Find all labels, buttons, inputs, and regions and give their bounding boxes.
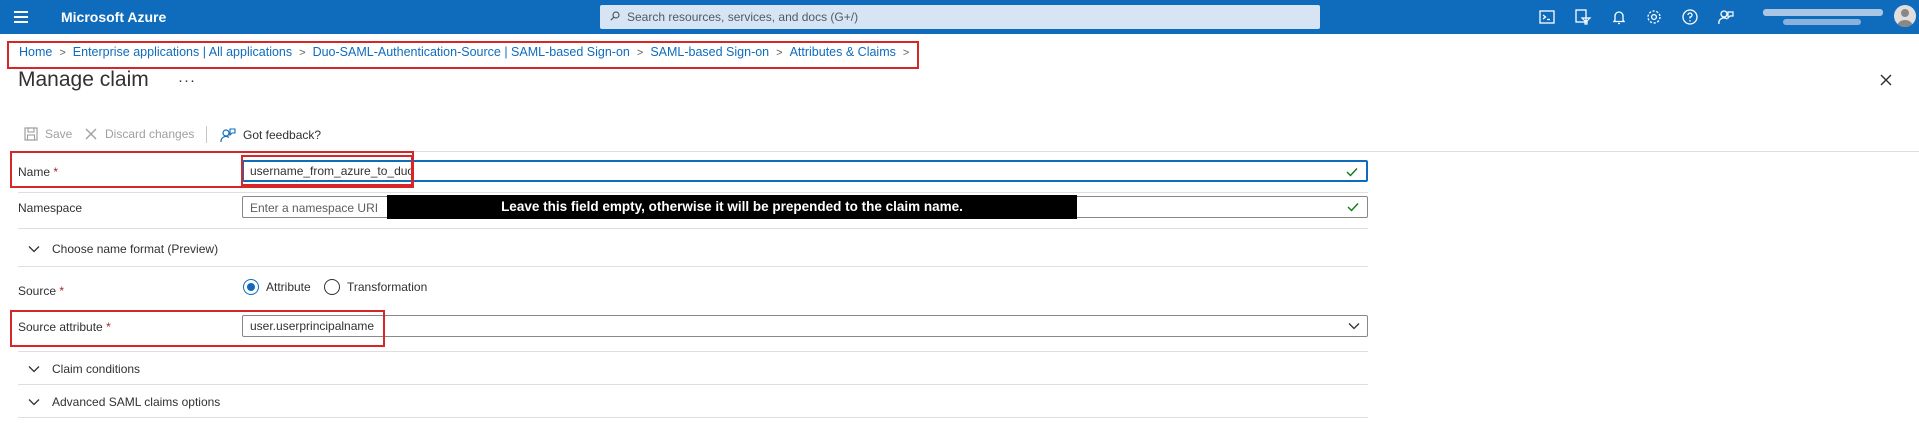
claim-conditions-expander[interactable]: Claim conditions xyxy=(28,362,140,376)
row-divider xyxy=(18,266,1368,267)
annotation-box-name-value xyxy=(241,155,413,186)
avatar[interactable] xyxy=(1894,5,1916,27)
got-feedback-button[interactable]: Got feedback? xyxy=(220,127,321,143)
account-info-blurred[interactable] xyxy=(1763,6,1883,28)
breadcrumb-enterprise-applications[interactable]: Enterprise applications | All applicatio… xyxy=(73,45,292,59)
top-nav-bar: Microsoft Azure Search resources, servic… xyxy=(0,0,1919,34)
source-radio-transformation[interactable]: Transformation xyxy=(324,279,427,295)
name-format-label: Choose name format (Preview) xyxy=(52,242,219,256)
annotation-box-source-attribute xyxy=(10,310,385,347)
discard-label: Discard changes xyxy=(105,127,195,141)
search-placeholder: Search resources, services, and docs (G+… xyxy=(627,10,859,24)
account-tenant-redacted xyxy=(1783,19,1861,25)
user-avatar-icon xyxy=(1897,9,1913,27)
namespace-label: Namespace xyxy=(18,201,83,215)
row-divider xyxy=(18,228,1368,229)
save-button[interactable]: Save xyxy=(24,127,72,141)
radio-transformation-label: Transformation xyxy=(347,280,428,294)
portal-menu-icon[interactable] xyxy=(14,11,28,23)
breadcrumb-duo-saml-app[interactable]: Duo-SAML-Authentication-Source | SAML-ba… xyxy=(313,45,630,59)
feedback-label: Got feedback? xyxy=(243,128,322,142)
notifications-bell-icon[interactable] xyxy=(1610,8,1628,26)
advanced-saml-options-label: Advanced SAML claims options xyxy=(52,395,221,409)
cloud-shell-icon[interactable] xyxy=(1538,8,1556,26)
breadcrumb-home[interactable]: Home xyxy=(19,45,52,59)
chevron-down-icon xyxy=(28,246,40,253)
valid-check-icon xyxy=(1347,203,1359,212)
breadcrumb: Home > Enterprise applications | All appli… xyxy=(7,41,919,69)
settings-gear-icon[interactable] xyxy=(1645,8,1663,26)
account-name-redacted xyxy=(1763,9,1883,16)
breadcrumb-attributes-claims[interactable]: Attributes & Claims xyxy=(790,45,896,59)
discard-x-icon xyxy=(85,128,97,140)
discard-changes-button[interactable]: Discard changes xyxy=(84,127,194,141)
more-options-button[interactable]: ··· xyxy=(178,72,196,89)
row-divider xyxy=(18,192,1368,193)
breadcrumb-separator: > xyxy=(299,47,306,59)
radio-unselected-icon xyxy=(324,279,340,295)
close-icon[interactable] xyxy=(1878,72,1894,88)
radio-attribute-label: Attribute xyxy=(266,280,311,294)
source-label-text: Source xyxy=(18,284,57,298)
page-title: Manage claim xyxy=(18,68,149,91)
feedback-person-icon xyxy=(220,128,236,143)
required-asterisk: * xyxy=(59,284,65,298)
source-attribute-dropdown[interactable]: user.userprincipalname xyxy=(242,315,1368,337)
name-format-expander[interactable]: Choose name format (Preview) xyxy=(28,242,218,256)
breadcrumb-saml-sign-on[interactable]: SAML-based Sign-on xyxy=(650,45,769,59)
advanced-saml-options-expander[interactable]: Advanced SAML claims options xyxy=(28,395,220,409)
chevron-down-icon xyxy=(28,366,40,373)
feedback-icon[interactable] xyxy=(1717,8,1735,26)
claim-conditions-label: Claim conditions xyxy=(52,362,141,376)
save-label: Save xyxy=(45,127,73,141)
help-question-icon[interactable] xyxy=(1681,8,1699,26)
chevron-down-icon xyxy=(1348,323,1360,330)
search-icon xyxy=(610,11,620,21)
radio-selected-icon xyxy=(243,279,259,295)
directory-filter-icon[interactable] xyxy=(1574,8,1592,26)
source-radio-attribute[interactable]: Attribute xyxy=(243,279,311,295)
breadcrumb-separator: > xyxy=(636,47,644,59)
namespace-annotation-callout: Leave this field empty, otherwise it wil… xyxy=(387,195,1077,219)
breadcrumb-separator: > xyxy=(776,47,783,59)
row-divider xyxy=(18,417,1368,418)
breadcrumb-separator: > xyxy=(59,47,66,59)
global-search-input[interactable]: Search resources, services, and docs (G+… xyxy=(600,5,1320,29)
namespace-placeholder: Enter a namespace URI xyxy=(250,201,379,215)
chevron-down-icon xyxy=(28,399,40,406)
valid-check-icon xyxy=(1346,168,1358,177)
source-label: Source * xyxy=(18,284,64,298)
command-divider xyxy=(206,126,207,143)
row-divider xyxy=(18,384,1368,385)
breadcrumb-separator: > xyxy=(902,47,910,59)
row-divider xyxy=(18,351,1368,352)
brand-title[interactable]: Microsoft Azure xyxy=(61,9,166,25)
save-icon xyxy=(24,127,38,141)
